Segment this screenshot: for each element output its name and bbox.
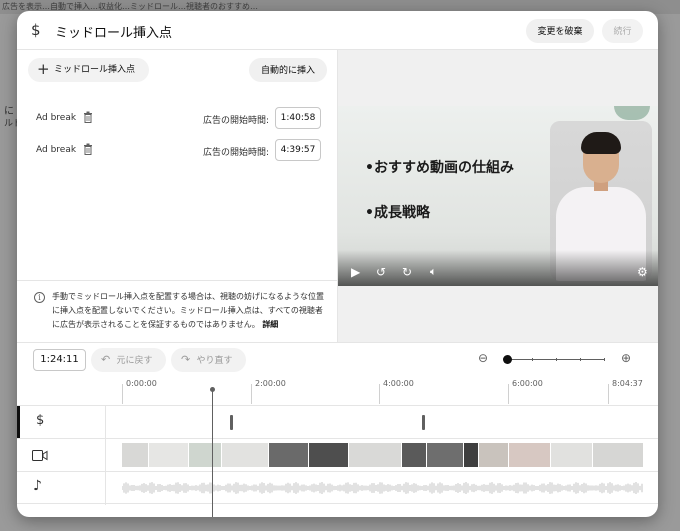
info-text-body: 手動でミッドロール挿入点を配置する場合は、視聴の妨げになるような位置に挿入点を配…: [52, 292, 324, 329]
ads-track-header: $: [17, 406, 106, 439]
time-ruler: 0:00:00 2:00:00 4:00:00 6:00:00 8:04:37: [17, 374, 658, 405]
ad-break-marker[interactable]: [422, 415, 425, 430]
current-time-field[interactable]: 1:24:11: [33, 349, 86, 371]
undo-button[interactable]: ↶ 元に戻す: [91, 348, 166, 372]
timeline-toolbar: 1:24:11 ↶ 元に戻す ↷ やり直す ⊖ ⊕: [17, 342, 658, 374]
ad-break-row: Ad break 広告の開始時間: 4:39:57: [17, 138, 338, 164]
redo-button[interactable]: ↷ やり直す: [171, 348, 246, 372]
info-notice: i 手動でミッドロール挿入点を配置する場合は、視聴の妨げになるような位置に挿入点…: [17, 280, 338, 342]
dollar-icon: $: [31, 21, 41, 39]
timeline: 0:00:00 2:00:00 4:00:00 6:00:00 8:04:37 …: [17, 374, 658, 517]
video-preview-panel: •おすすめ動画の仕組み •成長戦略 ▶ ↺ ↻ 🔈︎ ⚙: [338, 50, 658, 342]
undo-icon: ↶: [101, 354, 111, 366]
ruler-label: 6:00:00: [512, 379, 543, 388]
video-bullet-2: •成長戦略: [365, 205, 430, 221]
ad-start-time-input[interactable]: 4:39:57: [275, 139, 321, 161]
ruler-label: 0:00:00: [126, 379, 157, 388]
learn-more-link[interactable]: 詳細: [262, 320, 278, 329]
info-text: 手動でミッドロール挿入点を配置する場合は、視聴の妨げになるような位置に挿入点を配…: [52, 290, 324, 332]
ads-track: $: [17, 405, 658, 439]
video-controls: ▶ ↺ ↻ 🔈︎ ⚙: [338, 250, 658, 286]
add-midroll-button[interactable]: + ミッドロール挿入点: [28, 58, 149, 82]
midroll-dialog: $ ミッドロール挿入点 変更を破棄 続行 + ミッドロール挿入点 自動的に挿入 …: [17, 11, 658, 517]
video-track-header: [17, 439, 106, 472]
ad-start-time-input[interactable]: 1:40:58: [275, 107, 321, 129]
background-side-label-1: に: [4, 106, 14, 117]
presenter-hair: [581, 132, 621, 154]
video-track: [17, 438, 658, 472]
video-camera-icon: [32, 450, 48, 461]
audio-waveform: [122, 482, 643, 494]
ruler-label: 2:00:00: [255, 379, 286, 388]
rewind-10-icon[interactable]: ↺: [376, 265, 386, 279]
video-bullet-1: •おすすめ動画の仕組み: [365, 160, 514, 176]
trash-icon[interactable]: [83, 111, 93, 123]
dollar-icon: $: [36, 413, 45, 428]
audio-track: ♪: [17, 471, 658, 505]
ad-break-marker[interactable]: [230, 415, 233, 430]
playhead-handle[interactable]: [210, 387, 215, 392]
ad-breaks-panel: + ミッドロール挿入点 自動的に挿入 Ad break 広告の開始時間: 1:4…: [17, 50, 338, 342]
auto-insert-button[interactable]: 自動的に挿入: [249, 58, 327, 82]
dialog-header: $ ミッドロール挿入点 変更を破棄 続行: [17, 11, 658, 50]
redo-icon: ↷: [181, 354, 191, 366]
continue-button[interactable]: 続行: [602, 19, 643, 43]
video-filmstrip[interactable]: [122, 443, 643, 467]
redo-label: やり直す: [196, 355, 233, 365]
info-icon: i: [34, 292, 45, 303]
discard-changes-button[interactable]: 変更を破棄: [526, 19, 594, 43]
music-note-icon: ♪: [33, 478, 42, 494]
ad-break-label: Ad break: [36, 113, 77, 123]
audio-track-header: ♪: [17, 472, 106, 505]
zoom-out-icon[interactable]: ⊖: [478, 351, 488, 365]
zoom-in-icon[interactable]: ⊕: [621, 351, 631, 365]
ad-break-label: Ad break: [36, 145, 77, 155]
ad-start-time-label: 広告の開始時間:: [203, 116, 270, 126]
undo-label: 元に戻す: [116, 355, 153, 365]
volume-icon[interactable]: 🔈︎: [430, 265, 437, 279]
plus-icon: +: [37, 60, 50, 78]
add-midroll-label: ミッドロール挿入点: [54, 65, 136, 75]
settings-gear-icon[interactable]: ⚙: [637, 265, 648, 279]
ad-break-row: Ad break 広告の開始時間: 1:40:58: [17, 106, 338, 132]
zoom-slider-handle[interactable]: [503, 355, 512, 364]
play-icon[interactable]: ▶: [351, 265, 360, 279]
ad-start-time-label: 広告の開始時間:: [203, 148, 270, 158]
trash-icon[interactable]: [83, 143, 93, 155]
ruler-label: 4:00:00: [383, 379, 414, 388]
dialog-title: ミッドロール挿入点: [55, 26, 173, 41]
forward-10-icon[interactable]: ↻: [402, 265, 412, 279]
ruler-label: 8:04:37: [612, 379, 643, 388]
playhead[interactable]: [212, 389, 213, 517]
video-player[interactable]: •おすすめ動画の仕組み •成長戦略 ▶ ↺ ↻ 🔈︎ ⚙: [338, 106, 658, 286]
